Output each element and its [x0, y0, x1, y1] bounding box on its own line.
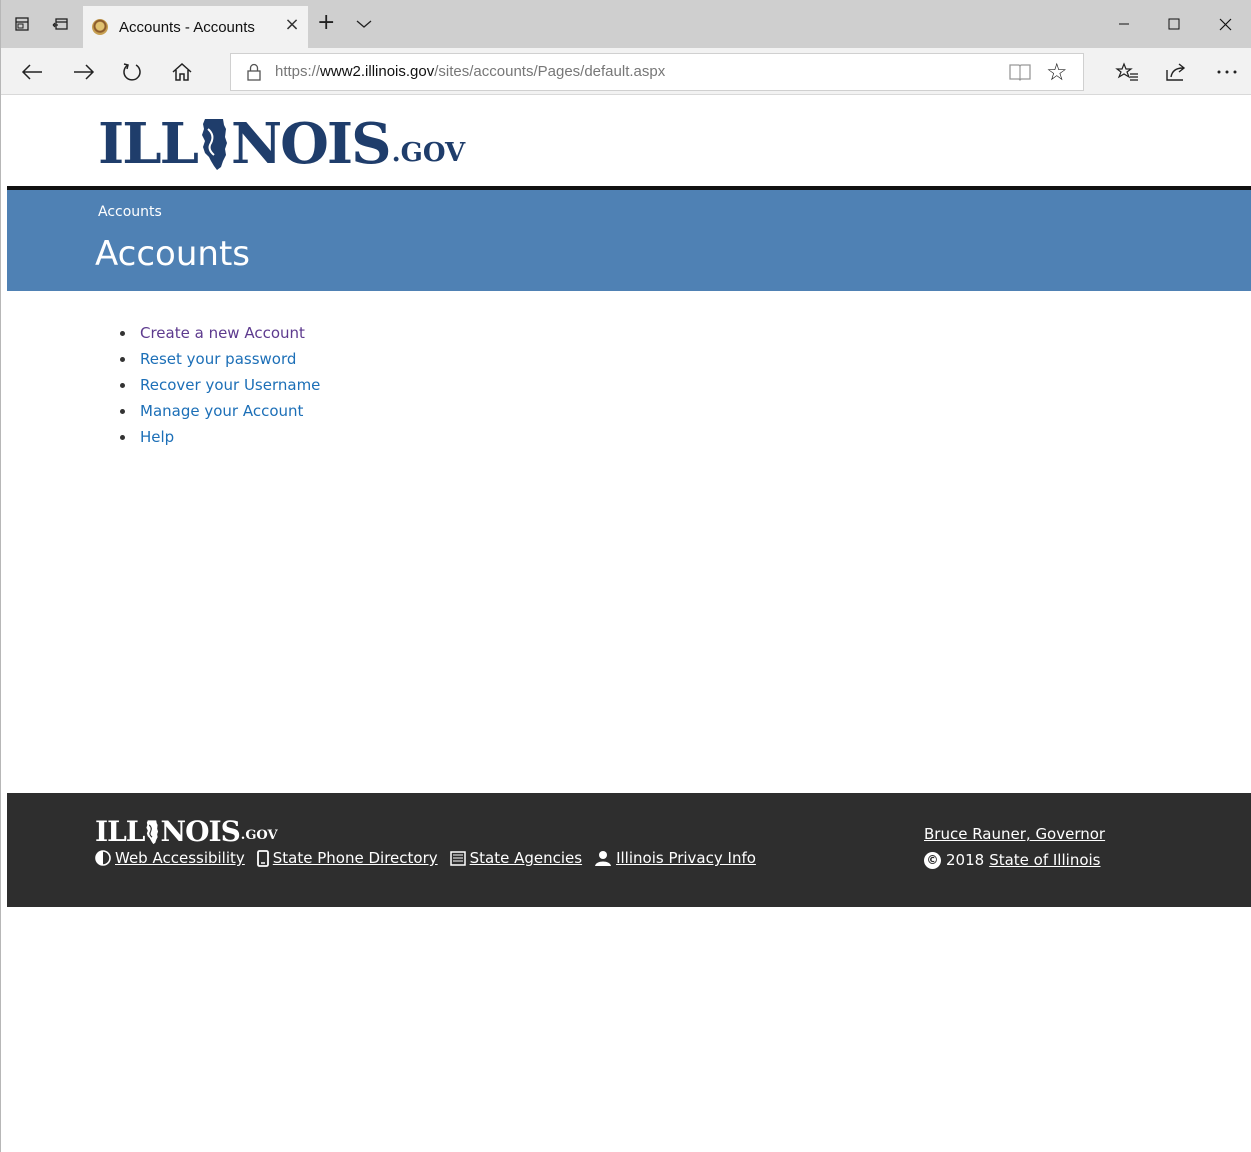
footer-link-item: State Agencies [449, 849, 582, 867]
footer-logo-suffix: .GOV [240, 828, 278, 843]
address-bar[interactable]: https://www2.illinois.gov/sites/accounts… [230, 53, 1084, 91]
footer-link-item: Web Accessibility [95, 849, 245, 867]
illinois-gov-logo[interactable]: ILL NOIS .GOV [98, 114, 465, 174]
footer-illinois-gov-logo[interactable]: ILL NOIS .GOV [95, 817, 278, 847]
state-phone-directory-link[interactable]: State Phone Directory [273, 849, 438, 867]
copyright-icon: © [924, 851, 941, 869]
tab-list-chevron-icon[interactable] [356, 14, 372, 33]
recover-username-link[interactable]: Recover your Username [140, 376, 320, 394]
close-tab-icon[interactable]: × [283, 16, 301, 34]
footer-link-item: State Phone Directory [256, 849, 438, 867]
bullet [120, 330, 125, 336]
site-header: ILL NOIS .GOV [7, 95, 1251, 187]
reading-view-icon[interactable] [1009, 63, 1031, 81]
list-item: Manage your Account [120, 398, 320, 424]
favorite-star-icon[interactable]: ☆ [1046, 59, 1068, 85]
url-text[interactable]: https://www2.illinois.gov/sites/accounts… [275, 63, 665, 80]
manage-account-link[interactable]: Manage your Account [140, 402, 303, 420]
new-tab-button[interactable]: + [317, 12, 335, 34]
copyright-year: 2018 [946, 851, 985, 869]
person-icon [595, 851, 612, 866]
list-item: Help [120, 424, 320, 450]
home-icon[interactable] [167, 58, 197, 86]
lock-icon [245, 63, 263, 81]
list-icon [449, 850, 466, 866]
state-of-illinois-link[interactable]: State of Illinois [989, 851, 1100, 869]
site-footer: ILL NOIS .GOV Web Accessibility State Ph… [7, 793, 1251, 907]
logo-text-right: NOIS [230, 111, 392, 177]
page-content: ILL NOIS .GOV Accounts Accounts Create a… [7, 95, 1251, 1152]
help-link[interactable]: Help [140, 428, 174, 446]
url-host: www2.illinois.gov [320, 63, 435, 80]
bullet [120, 356, 125, 362]
url-path: /sites/accounts/Pages/default.aspx [434, 63, 666, 80]
navigation-bar: https://www2.illinois.gov/sites/accounts… [1, 48, 1251, 95]
active-tab[interactable]: Accounts - Accounts × [83, 6, 308, 48]
favorites-hub-icon[interactable] [1112, 58, 1142, 86]
tab-preview-icon[interactable] [11, 13, 33, 35]
page-title: Accounts [95, 234, 250, 274]
list-item: Reset your password [120, 346, 320, 372]
browser-window: Accounts - Accounts × + https://www2.ill… [0, 0, 1251, 1152]
list-item: Create a new Account [120, 320, 320, 346]
footer-links: Web Accessibility State Phone Directory … [95, 849, 768, 867]
bullet [120, 408, 125, 414]
set-aside-tabs-icon[interactable] [49, 13, 71, 35]
web-accessibility-link[interactable]: Web Accessibility [115, 849, 245, 867]
breadcrumb[interactable]: Accounts [98, 204, 162, 220]
bullet [120, 434, 125, 440]
account-links-list: Create a new Account Reset your password… [120, 320, 320, 450]
create-account-link[interactable]: Create a new Account [140, 324, 305, 342]
governor-link[interactable]: Bruce Rauner, Governor [924, 825, 1105, 843]
footer-logo-text-left: ILL [95, 815, 145, 848]
reset-password-link[interactable]: Reset your password [140, 350, 296, 368]
minimize-icon[interactable] [1099, 0, 1149, 48]
list-item: Recover your Username [120, 372, 320, 398]
back-icon[interactable] [17, 58, 47, 86]
illinois-privacy-info-link[interactable]: Illinois Privacy Info [616, 849, 756, 867]
close-window-icon[interactable] [1200, 0, 1250, 48]
footer-illinois-state-outline-icon [146, 820, 159, 845]
title-bar: Accounts - Accounts × + [1, 0, 1251, 48]
url-scheme: https:// [275, 63, 321, 80]
maximize-icon[interactable] [1149, 0, 1199, 48]
illinois-state-outline-icon [201, 119, 227, 170]
footer-link-item: Illinois Privacy Info [594, 849, 756, 867]
footer-right: Bruce Rauner, Governor © 2018 State of I… [924, 821, 1105, 873]
footer-logo-text-right: NOIS [160, 815, 240, 848]
phone-icon [256, 849, 269, 867]
refresh-icon[interactable] [117, 58, 147, 86]
logo-suffix: .GOV [391, 138, 466, 168]
bullet [120, 382, 125, 388]
accessibility-contrast-icon [95, 850, 111, 866]
forward-icon[interactable] [69, 58, 99, 86]
logo-text-left: ILL [98, 111, 199, 177]
state-agencies-link[interactable]: State Agencies [470, 849, 582, 867]
share-icon[interactable] [1161, 58, 1191, 86]
more-icon[interactable] [1212, 58, 1242, 86]
tab-title: Accounts - Accounts [119, 18, 255, 36]
page-banner: Accounts Accounts [7, 190, 1251, 291]
illinois-seal-favicon-icon [92, 19, 108, 35]
